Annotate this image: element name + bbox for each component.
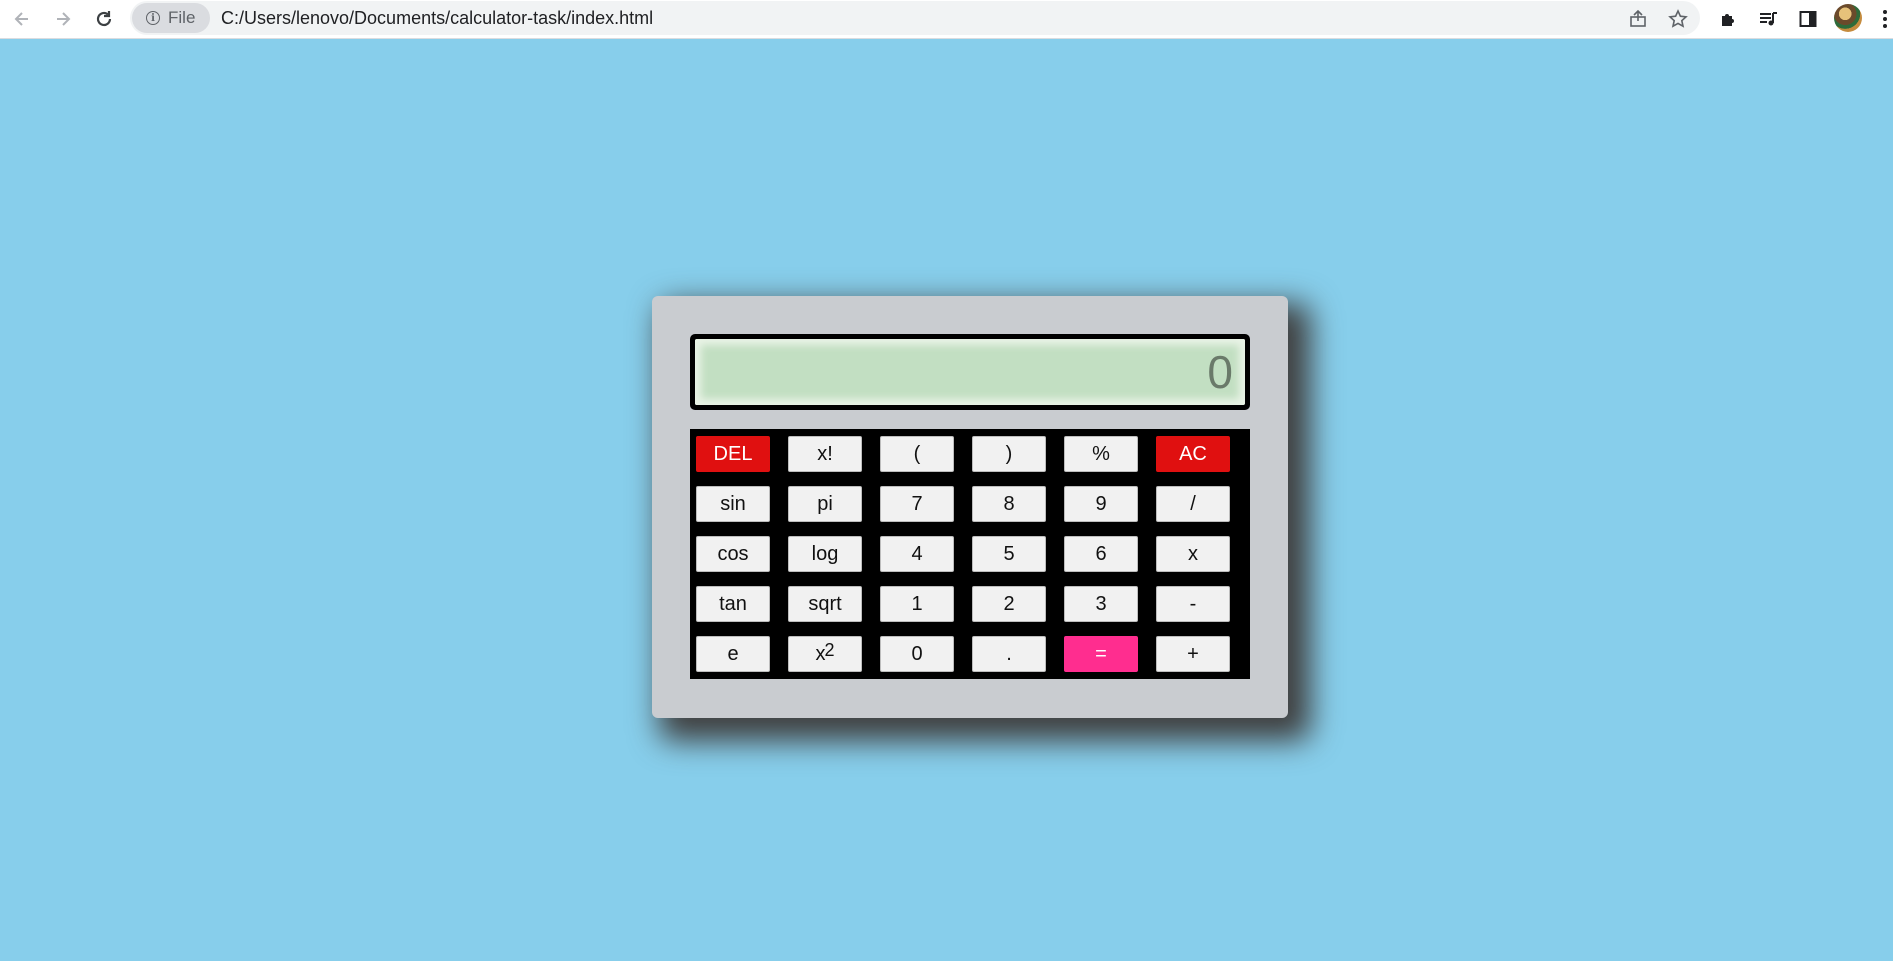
site-info-chip[interactable]: i File: [132, 3, 210, 33]
avatar[interactable]: [1834, 4, 1862, 32]
equals-button[interactable]: =: [1064, 636, 1138, 672]
square-button[interactable]: x2: [788, 636, 862, 672]
percent-button[interactable]: %: [1064, 436, 1138, 472]
factorial-button[interactable]: x!: [788, 436, 862, 472]
decimal-button[interactable]: .: [972, 636, 1046, 672]
digit-5-button[interactable]: 5: [972, 536, 1046, 572]
subtract-button[interactable]: -: [1156, 586, 1230, 622]
side-panel-icon[interactable]: [1794, 5, 1822, 33]
display: 0: [690, 334, 1250, 410]
info-icon: i: [146, 11, 160, 25]
divide-button[interactable]: /: [1156, 486, 1230, 522]
menu-icon[interactable]: [1880, 6, 1890, 32]
digit-9-button[interactable]: 9: [1064, 486, 1138, 522]
open-paren-button[interactable]: (: [880, 436, 954, 472]
display-value: 0: [695, 339, 1245, 405]
all-clear-button[interactable]: AC: [1156, 436, 1230, 472]
digit-3-button[interactable]: 3: [1064, 586, 1138, 622]
digit-6-button[interactable]: 6: [1064, 536, 1138, 572]
multiply-button[interactable]: x: [1156, 536, 1230, 572]
star-icon[interactable]: [1666, 7, 1690, 31]
reload-icon[interactable]: [88, 5, 120, 33]
digit-8-button[interactable]: 8: [972, 486, 1046, 522]
forward-arrow-icon[interactable]: [47, 5, 79, 33]
pi-button[interactable]: pi: [788, 486, 862, 522]
square-button-exponent: 2: [824, 639, 835, 660]
media-icon[interactable]: [1754, 5, 1782, 33]
e-button[interactable]: e: [696, 636, 770, 672]
digit-7-button[interactable]: 7: [880, 486, 954, 522]
tan-button[interactable]: tan: [696, 586, 770, 622]
digit-2-button[interactable]: 2: [972, 586, 1046, 622]
calculator: 0 DEL x! ( ) % AC sin pi 7 8 9 / cos log…: [652, 296, 1288, 718]
digit-1-button[interactable]: 1: [880, 586, 954, 622]
del-button[interactable]: DEL: [696, 436, 770, 472]
log-button[interactable]: log: [788, 536, 862, 572]
digit-4-button[interactable]: 4: [880, 536, 954, 572]
extensions-icon[interactable]: [1714, 5, 1742, 33]
sqrt-button[interactable]: sqrt: [788, 586, 862, 622]
share-icon[interactable]: [1626, 7, 1650, 31]
back-arrow-icon[interactable]: [6, 5, 38, 33]
keypad: DEL x! ( ) % AC sin pi 7 8 9 / cos log 4…: [690, 429, 1250, 679]
url-text[interactable]: C:/Users/lenovo/Documents/calculator-tas…: [221, 8, 653, 29]
close-paren-button[interactable]: ): [972, 436, 1046, 472]
address-bar[interactable]: i File C:/Users/lenovo/Documents/calcula…: [130, 1, 1700, 35]
sin-button[interactable]: sin: [696, 486, 770, 522]
digit-0-button[interactable]: 0: [880, 636, 954, 672]
add-button[interactable]: +: [1156, 636, 1230, 672]
browser-toolbar: i File C:/Users/lenovo/Documents/calcula…: [0, 0, 1893, 39]
cos-button[interactable]: cos: [696, 536, 770, 572]
site-chip-label: File: [168, 8, 196, 27]
